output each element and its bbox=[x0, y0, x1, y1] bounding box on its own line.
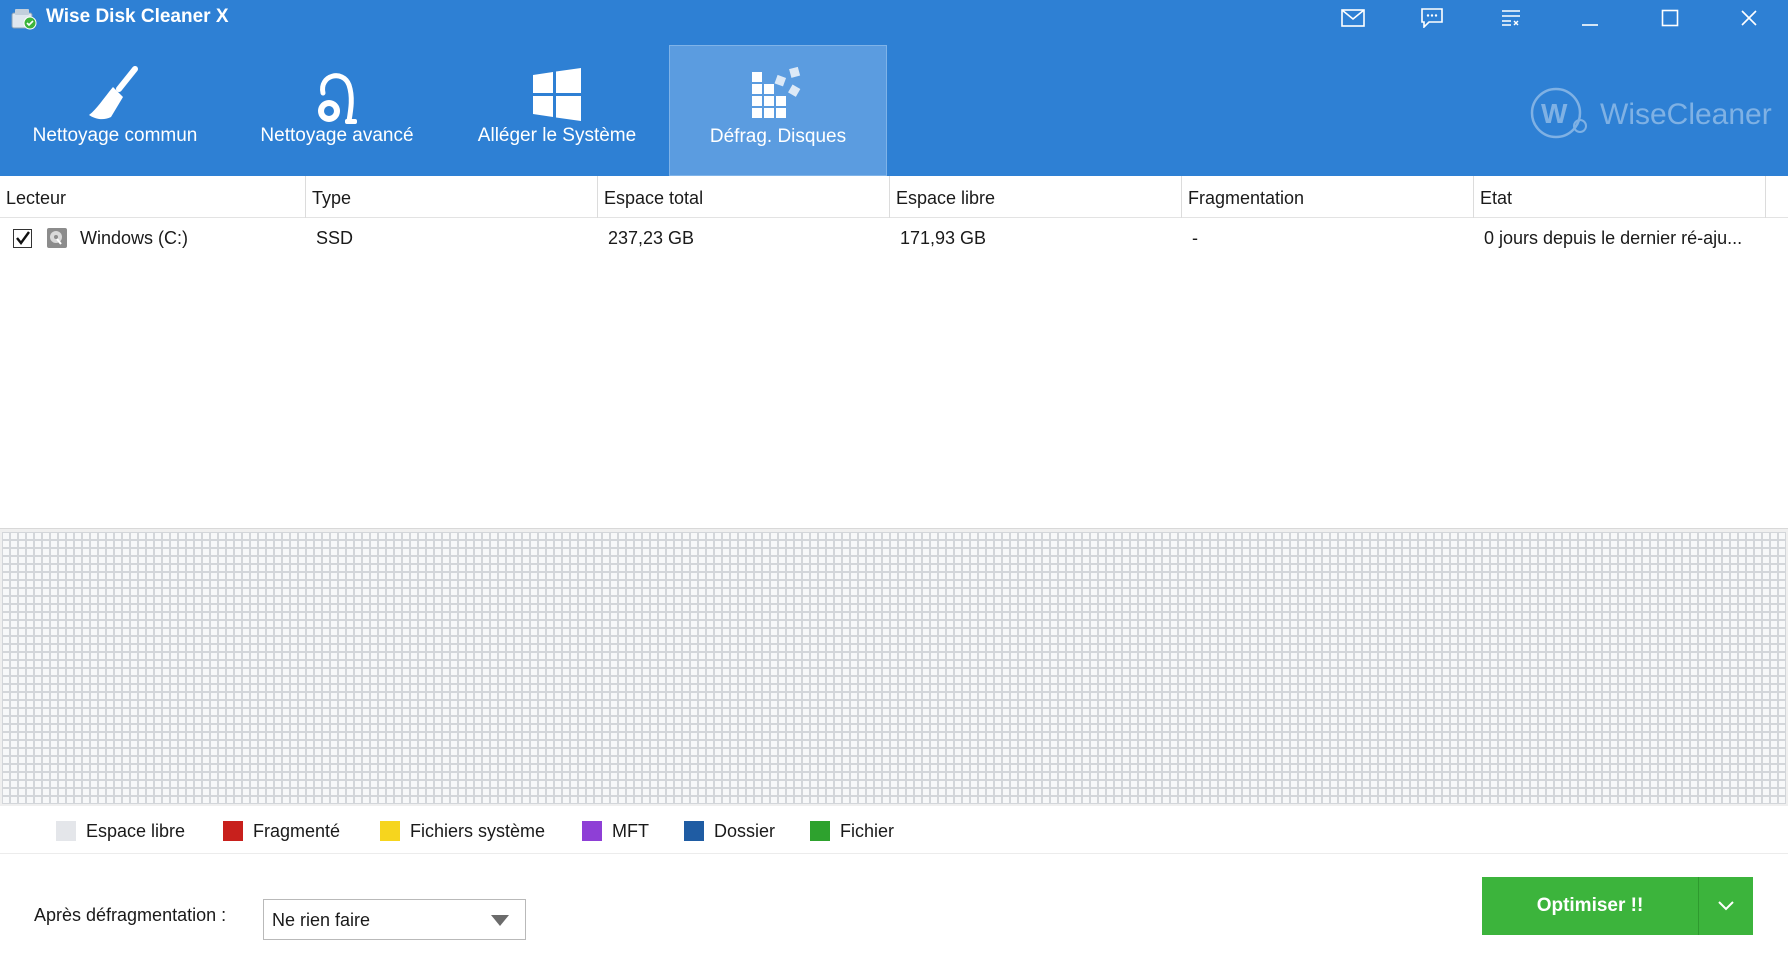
legend-swatch bbox=[223, 821, 243, 841]
windows-icon bbox=[533, 68, 581, 121]
menu-button[interactable] bbox=[1484, 0, 1538, 36]
drive-name: Windows (C:) bbox=[80, 228, 189, 248]
legend-swatch bbox=[810, 821, 830, 841]
minimize-button[interactable] bbox=[1563, 0, 1617, 36]
mail-button[interactable] bbox=[1326, 0, 1380, 36]
svg-text:W: W bbox=[1541, 98, 1568, 129]
title-bar: Wise Disk Cleaner X bbox=[0, 0, 1788, 36]
legend-label: Fichier bbox=[840, 821, 895, 841]
legend-swatch bbox=[56, 821, 76, 841]
legend-label: MFT bbox=[612, 821, 649, 841]
tab-common-clean-label: Nettoyage commun bbox=[32, 125, 198, 146]
feedback-button[interactable] bbox=[1405, 0, 1459, 36]
tab-system-slim[interactable]: Alléger le Système bbox=[448, 45, 666, 176]
defrag-icon bbox=[752, 66, 801, 118]
column-header-drive[interactable]: Lecteur bbox=[0, 176, 306, 218]
legend-swatch bbox=[684, 821, 704, 841]
tab-system-slim-label: Alléger le Système bbox=[477, 125, 637, 146]
column-header-type[interactable]: Type bbox=[306, 176, 598, 218]
drive-free-space: 171,93 GB bbox=[900, 228, 987, 248]
app-logo-icon bbox=[11, 9, 37, 30]
table-header: Lecteur Type Espace total Espace libre F… bbox=[0, 176, 1788, 218]
column-header-total-space[interactable]: Espace total bbox=[598, 176, 890, 218]
table-row[interactable]: Windows (C:) SSD 237,23 GB 171,93 GB - 0… bbox=[0, 218, 1788, 258]
after-defrag-select[interactable]: Ne rien faire bbox=[263, 899, 526, 940]
main-toolbar: Nettoyage commun Nettoyage avancé Allége… bbox=[0, 45, 900, 176]
legend-label: Fragmenté bbox=[253, 821, 341, 841]
column-header-free-space[interactable]: Espace libre bbox=[890, 176, 1182, 218]
tab-advanced-clean-label: Nettoyage avancé bbox=[260, 125, 414, 146]
tab-defrag-label: Défrag. Disques bbox=[709, 126, 847, 147]
maximize-icon bbox=[1661, 9, 1679, 27]
tab-common-clean[interactable]: Nettoyage commun bbox=[6, 45, 224, 176]
after-defrag-value: Ne rien faire bbox=[272, 910, 371, 930]
column-header-fragmentation[interactable]: Fragmentation bbox=[1182, 176, 1474, 218]
vacuum-icon bbox=[318, 73, 357, 124]
drive-fragmentation: - bbox=[1192, 228, 1198, 248]
app-window: Wise Disk Cleaner X Nettoyage commun Net… bbox=[0, 0, 1788, 957]
legend-label: Espace libre bbox=[86, 821, 186, 841]
chat-icon bbox=[1421, 8, 1443, 28]
drive-type: SSD bbox=[316, 228, 354, 248]
checkmark-icon bbox=[16, 231, 30, 245]
wisecleaner-logo-icon: W bbox=[1530, 87, 1587, 139]
legend-swatch bbox=[582, 821, 602, 841]
app-title: Wise Disk Cleaner X bbox=[46, 6, 229, 27]
mail-icon bbox=[1341, 9, 1365, 27]
close-icon bbox=[1741, 10, 1757, 26]
legend-swatch bbox=[380, 821, 400, 841]
header: Wise Disk Cleaner X Nettoyage commun Net… bbox=[0, 0, 1788, 176]
tab-advanced-clean[interactable]: Nettoyage avancé bbox=[228, 45, 446, 176]
optimize-dropdown-button[interactable] bbox=[1699, 877, 1753, 935]
hard-drive-icon bbox=[47, 228, 67, 248]
close-button[interactable] bbox=[1722, 0, 1776, 36]
legend-label: Dossier bbox=[714, 821, 776, 841]
drive-checkbox[interactable] bbox=[13, 229, 32, 248]
cluster-grid bbox=[2, 532, 1786, 804]
optimize-button[interactable]: Optimiser !! bbox=[1482, 877, 1753, 935]
minimize-icon bbox=[1582, 24, 1598, 26]
tab-defrag[interactable]: Défrag. Disques bbox=[669, 45, 887, 176]
drive-state: 0 jours depuis le dernier ré-aju... bbox=[1484, 228, 1743, 248]
chevron-down-icon bbox=[1718, 901, 1734, 911]
map-legend: Espace libre Fragmenté Fichiers système … bbox=[0, 806, 1788, 854]
legend-label: Fichiers système bbox=[410, 821, 546, 841]
dropdown-arrow-icon bbox=[491, 915, 509, 926]
column-header-state[interactable]: Etat bbox=[1474, 176, 1766, 218]
after-defrag-label: Après défragmentation : bbox=[34, 905, 227, 925]
bottom-bar: Après défragmentation : Ne rien faire Op… bbox=[0, 855, 1788, 957]
maximize-button[interactable] bbox=[1643, 0, 1697, 36]
menu-icon bbox=[1502, 10, 1520, 26]
wisecleaner-brand-text: WiseCleaner bbox=[1600, 98, 1772, 131]
drive-total-space: 237,23 GB bbox=[608, 228, 695, 248]
drive-table: Lecteur Type Espace total Espace libre F… bbox=[0, 176, 1788, 528]
optimize-button-label: Optimiser !! bbox=[1536, 895, 1644, 916]
broom-icon bbox=[89, 66, 138, 120]
wisecleaner-brand: W WiseCleaner bbox=[1528, 86, 1772, 140]
disk-cluster-map bbox=[0, 528, 1788, 806]
